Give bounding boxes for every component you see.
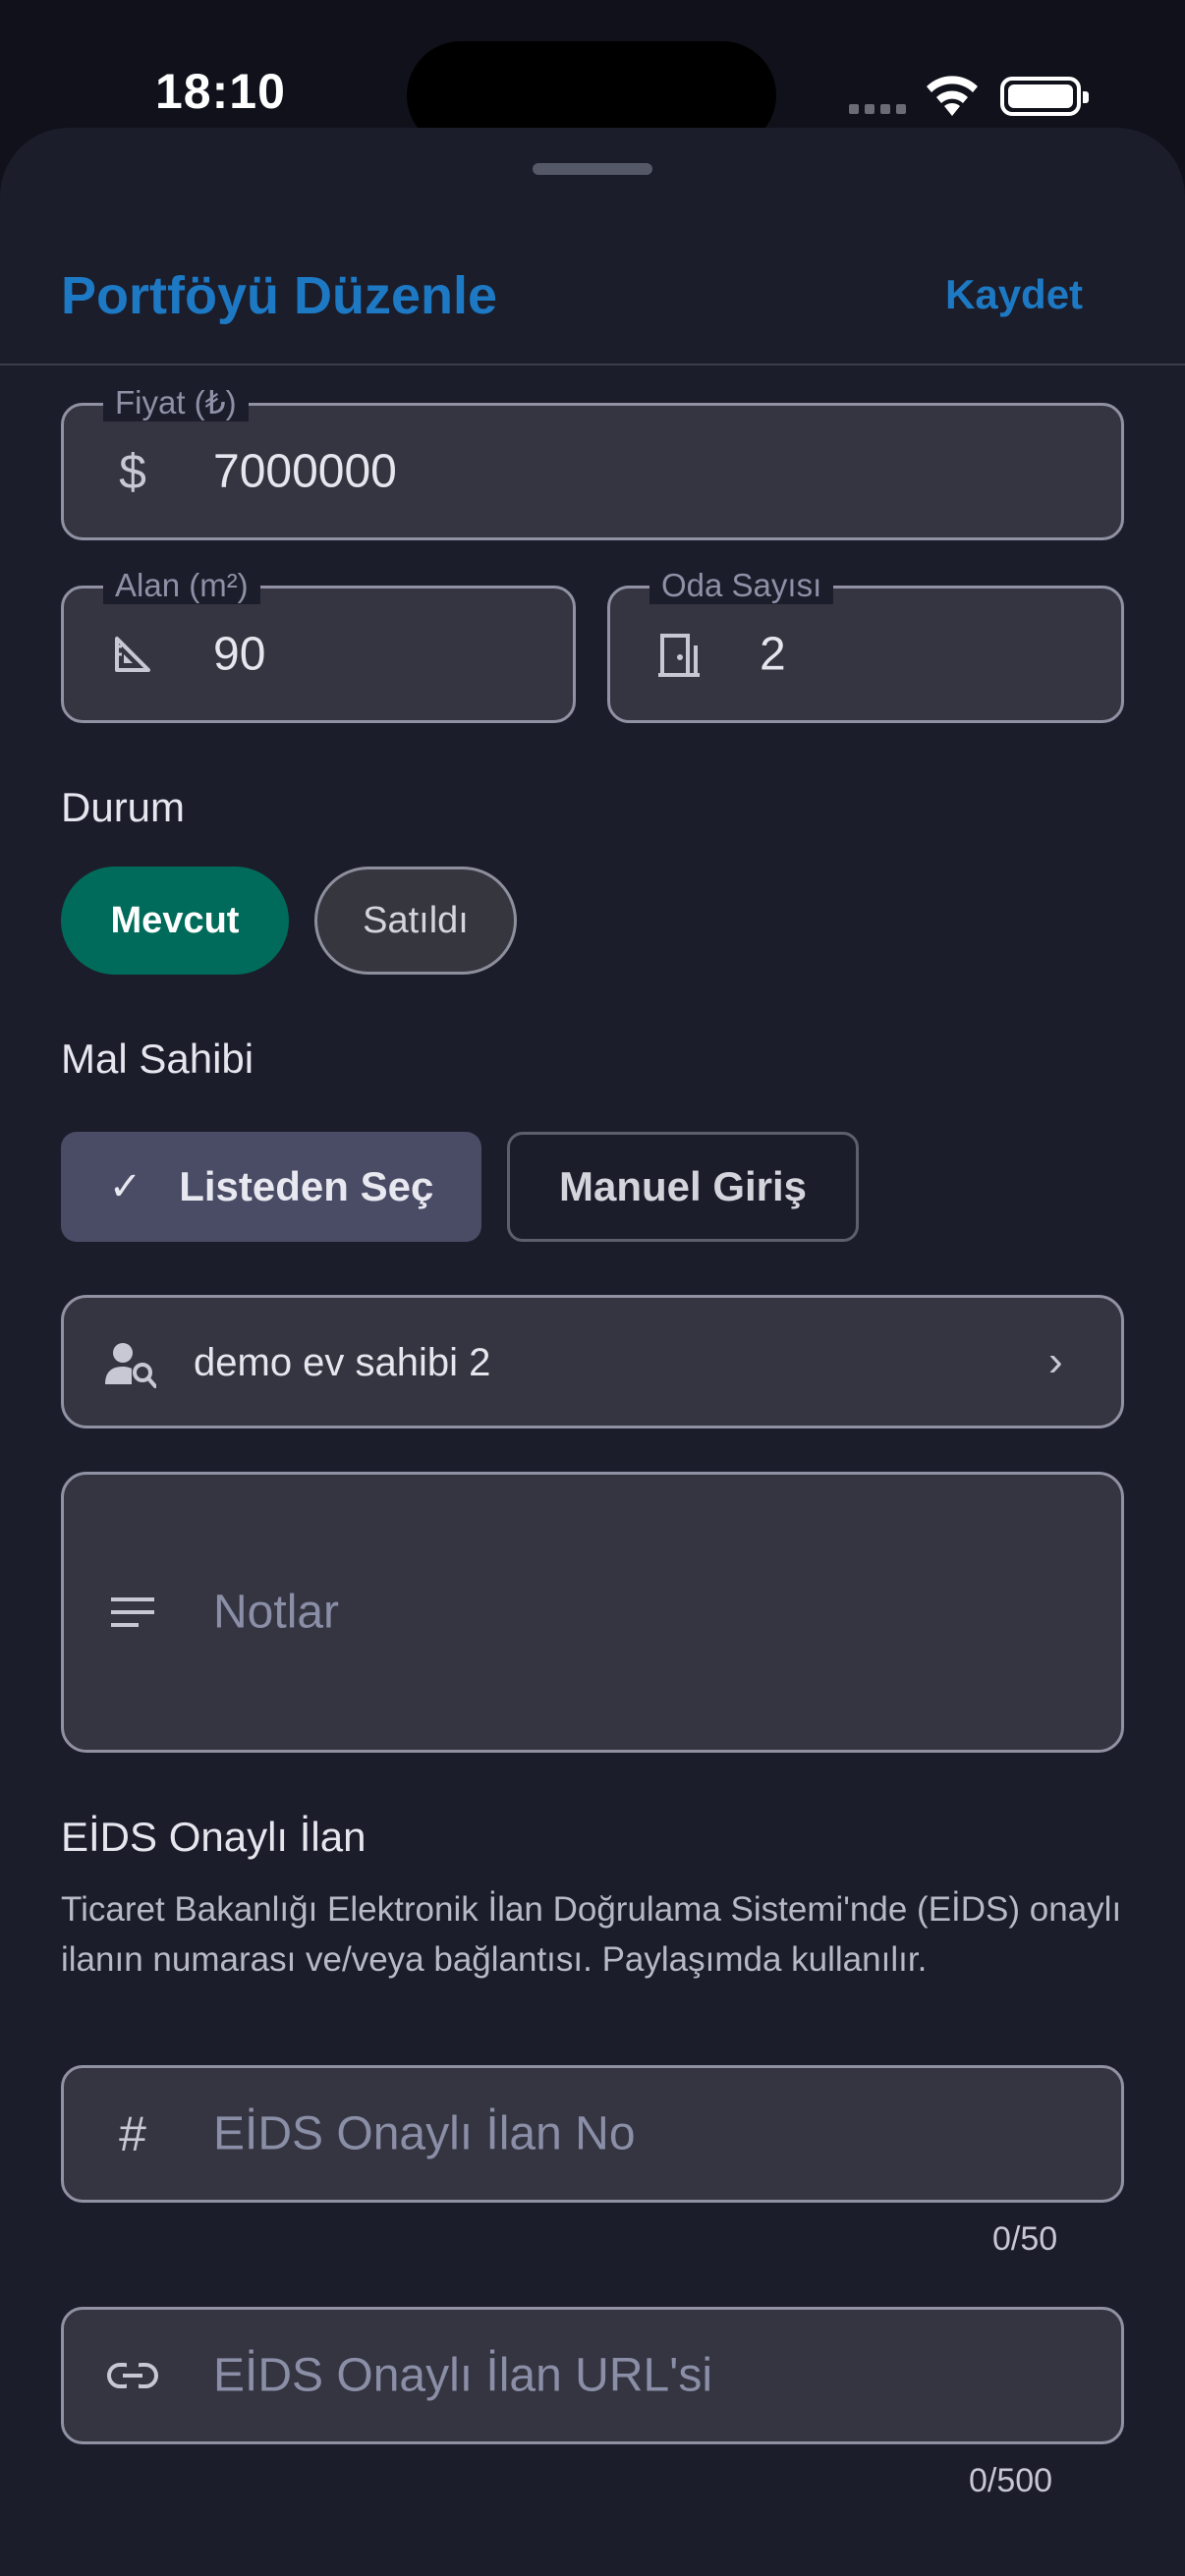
status-chip-available[interactable]: Mevcut (61, 867, 289, 975)
owner-picker[interactable]: demo ev sahibi 2 › (61, 1295, 1124, 1428)
owner-mode-manual-label: Manuel Giriş (558, 1163, 808, 1209)
eids-number-counter: 0/50 (992, 2220, 1058, 2258)
area-field[interactable]: Alan (m²) 90 (61, 567, 576, 723)
wifi-icon (927, 76, 978, 116)
edit-portfolio-sheet: Portföyü Düzenle Kaydet Fiyat (₺) $ 7000… (0, 128, 1185, 2576)
hashtag-icon: # (119, 2106, 146, 2161)
price-label: Fiyat (₺) (103, 384, 249, 421)
chevron-right-icon: › (1048, 1337, 1063, 1385)
eids-description: Ticaret Bakanlığı Elektronik İlan Doğrul… (61, 1890, 1122, 1979)
notes-field[interactable]: Notlar (61, 1472, 1124, 1753)
battery-icon (1000, 77, 1089, 116)
notes-placeholder: Notlar (213, 1586, 340, 1639)
status-bar: 18:10 (0, 0, 1185, 149)
person-search-icon (105, 1343, 156, 1388)
eids-number-placeholder: EİDS Onaylı İlan No (213, 2107, 636, 2160)
sheet-grabber[interactable] (533, 163, 652, 175)
area-value: 90 (213, 628, 266, 681)
set-square-icon (107, 629, 158, 680)
check-icon: ✓ (108, 1165, 142, 1208)
area-label: Alan (m²) (103, 567, 260, 604)
page-title: Portföyü Düzenle (61, 266, 498, 325)
status-chip-sold[interactable]: Satıldı (314, 867, 517, 975)
status-time: 18:10 (155, 64, 286, 119)
save-button[interactable]: Kaydet (945, 271, 1083, 318)
dollar-icon: $ (119, 444, 146, 499)
rooms-label: Oda Sayısı (649, 567, 834, 604)
eids-section-title: EİDS Onaylı İlan (61, 1814, 367, 1860)
owner-mode-manual-button[interactable]: Manuel Giriş (507, 1132, 859, 1242)
header-divider (0, 364, 1185, 365)
rooms-value: 2 (760, 628, 786, 681)
status-section-label: Durum (61, 784, 186, 830)
eids-url-field[interactable]: EİDS Onaylı İlan URL'si (61, 2307, 1124, 2444)
door-icon (653, 629, 705, 680)
rooms-field[interactable]: Oda Sayısı 2 (607, 567, 1124, 723)
price-field[interactable]: Fiyat (₺) $ 7000000 (61, 384, 1124, 540)
owner-section-label: Mal Sahibi (61, 1036, 254, 1082)
owner-mode-list-label: Listeden Seç (179, 1163, 434, 1209)
notes-icon (107, 1587, 158, 1638)
owner-name: demo ev sahibi 2 (194, 1341, 491, 1384)
link-icon (107, 2350, 158, 2401)
eids-number-field[interactable]: # EİDS Onaylı İlan No (61, 2065, 1124, 2203)
owner-mode-list-button[interactable]: ✓ Listeden Seç (61, 1132, 481, 1242)
eids-url-placeholder: EİDS Onaylı İlan URL'si (213, 2349, 713, 2402)
eids-url-counter: 0/500 (969, 2462, 1053, 2499)
price-value: 7000000 (213, 445, 397, 498)
cellular-signal-icon (849, 104, 906, 114)
